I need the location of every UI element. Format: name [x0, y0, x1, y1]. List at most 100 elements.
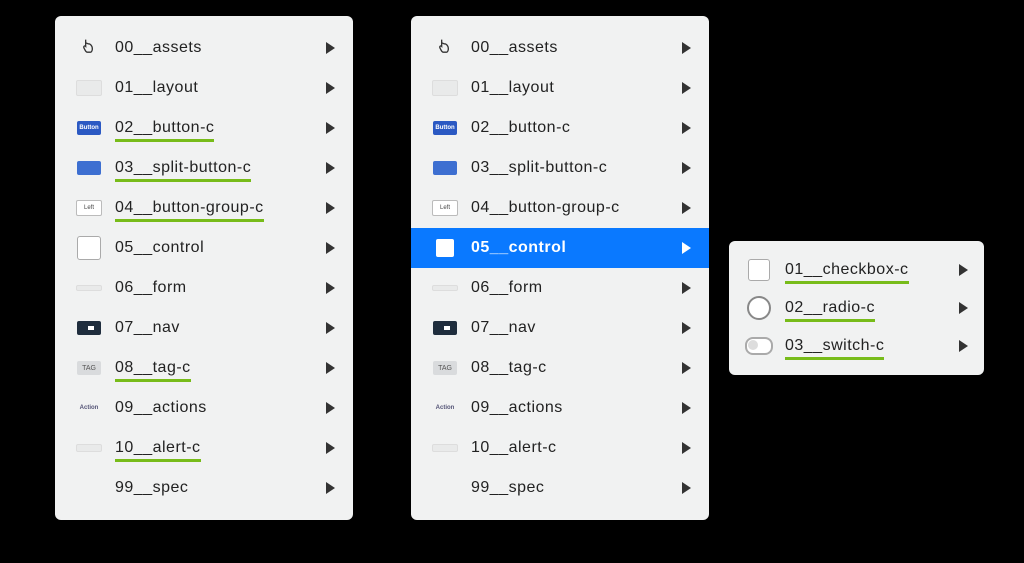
- middle-row-03-split-button-c[interactable]: 03__split-button-c: [411, 148, 709, 188]
- row-label: 03__split-button-c: [115, 159, 251, 176]
- row-label: 07__nav: [115, 319, 180, 336]
- empty-icon: [431, 477, 459, 499]
- alert-thumb-icon: [431, 437, 459, 459]
- chevron-right-icon: [682, 442, 691, 454]
- cursor-icon: [75, 37, 103, 59]
- row-label: 99__spec: [471, 479, 544, 496]
- middle-row-10-alert-c[interactable]: 10__alert-c: [411, 428, 709, 468]
- button-group-thumb-icon: Left: [431, 197, 459, 219]
- actions-thumb-icon: Action: [75, 397, 103, 419]
- row-label: 08__tag-c: [471, 359, 547, 376]
- chevron-right-icon: [682, 122, 691, 134]
- tag-thumb-icon: TAG: [75, 357, 103, 379]
- right-row-03-switch-c[interactable]: 03__switch-c: [729, 327, 984, 365]
- button-thumb-icon: Button: [431, 117, 459, 139]
- right-row-02-radio-c[interactable]: 02__radio-c: [729, 289, 984, 327]
- split-button-thumb-icon: [75, 157, 103, 179]
- middle-row-99-spec[interactable]: 99__spec: [411, 468, 709, 508]
- nav-thumb-icon: [75, 317, 103, 339]
- chevron-right-icon: [682, 402, 691, 414]
- row-label: 02__radio-c: [785, 299, 875, 316]
- left-row-99-spec[interactable]: 99__spec: [55, 468, 353, 508]
- chevron-right-icon: [326, 82, 335, 94]
- middle-row-01-layout[interactable]: 01__layout: [411, 68, 709, 108]
- middle-row-05-control[interactable]: 05__control: [411, 228, 709, 268]
- row-label: 10__alert-c: [115, 439, 201, 456]
- chevron-right-icon: [682, 482, 691, 494]
- left-row-10-alert-c[interactable]: 10__alert-c: [55, 428, 353, 468]
- panel-middle: 00__assets 01__layout Button 02__button-…: [411, 16, 709, 520]
- row-label: 06__form: [115, 279, 187, 296]
- row-label: 01__layout: [471, 79, 554, 96]
- chevron-right-icon: [959, 264, 968, 276]
- middle-row-00-assets[interactable]: 00__assets: [411, 28, 709, 68]
- control-thumb-icon: [431, 237, 459, 259]
- chevron-right-icon: [682, 162, 691, 174]
- row-label: 05__control: [471, 239, 566, 256]
- chevron-right-icon: [326, 42, 335, 54]
- chevron-right-icon: [326, 122, 335, 134]
- panel-right-submenu: 01__checkbox-c 02__radio-c 03__switch-c: [729, 241, 984, 375]
- row-label: 02__button-c: [115, 119, 214, 136]
- left-row-00-assets[interactable]: 00__assets: [55, 28, 353, 68]
- middle-row-09-actions[interactable]: Action 09__actions: [411, 388, 709, 428]
- middle-row-04-button-group-c[interactable]: Left 04__button-group-c: [411, 188, 709, 228]
- control-thumb-icon: [75, 237, 103, 259]
- form-thumb-icon: [75, 277, 103, 299]
- chevron-right-icon: [326, 282, 335, 294]
- button-thumb-icon: Button: [75, 117, 103, 139]
- row-label: 00__assets: [471, 39, 558, 56]
- middle-row-08-tag-c[interactable]: TAG 08__tag-c: [411, 348, 709, 388]
- chevron-right-icon: [682, 282, 691, 294]
- row-label: 05__control: [115, 239, 204, 256]
- form-thumb-icon: [431, 277, 459, 299]
- row-label: 99__spec: [115, 479, 188, 496]
- chevron-right-icon: [326, 242, 335, 254]
- chevron-right-icon: [682, 202, 691, 214]
- row-label: 08__tag-c: [115, 359, 191, 376]
- chevron-right-icon: [326, 482, 335, 494]
- left-row-07-nav[interactable]: 07__nav: [55, 308, 353, 348]
- row-label: 04__button-group-c: [471, 199, 620, 216]
- chevron-right-icon: [682, 42, 691, 54]
- middle-row-07-nav[interactable]: 07__nav: [411, 308, 709, 348]
- chevron-right-icon: [682, 82, 691, 94]
- row-label: 10__alert-c: [471, 439, 557, 456]
- row-label: 00__assets: [115, 39, 202, 56]
- radio-thumb-icon: [745, 297, 773, 319]
- switch-thumb-icon: [745, 335, 773, 357]
- chevron-right-icon: [959, 340, 968, 352]
- chevron-right-icon: [326, 402, 335, 414]
- chevron-right-icon: [959, 302, 968, 314]
- chevron-right-icon: [682, 322, 691, 334]
- right-row-01-checkbox-c[interactable]: 01__checkbox-c: [729, 251, 984, 289]
- row-label: 01__layout: [115, 79, 198, 96]
- left-row-09-actions[interactable]: Action 09__actions: [55, 388, 353, 428]
- left-row-03-split-button-c[interactable]: 03__split-button-c: [55, 148, 353, 188]
- left-row-02-button-c[interactable]: Button 02__button-c: [55, 108, 353, 148]
- row-label: 06__form: [471, 279, 543, 296]
- row-label: 07__nav: [471, 319, 536, 336]
- row-label: 04__button-group-c: [115, 199, 264, 216]
- left-row-04-button-group-c[interactable]: Left 04__button-group-c: [55, 188, 353, 228]
- row-label: 09__actions: [471, 399, 563, 416]
- left-row-01-layout[interactable]: 01__layout: [55, 68, 353, 108]
- chevron-right-icon: [326, 322, 335, 334]
- left-row-05-control[interactable]: 05__control: [55, 228, 353, 268]
- left-row-06-form[interactable]: 06__form: [55, 268, 353, 308]
- middle-row-06-form[interactable]: 06__form: [411, 268, 709, 308]
- chevron-right-icon: [326, 362, 335, 374]
- nav-thumb-icon: [431, 317, 459, 339]
- empty-icon: [75, 477, 103, 499]
- button-group-thumb-icon: Left: [75, 197, 103, 219]
- middle-row-02-button-c[interactable]: Button 02__button-c: [411, 108, 709, 148]
- cursor-icon: [431, 37, 459, 59]
- left-row-08-tag-c[interactable]: TAG 08__tag-c: [55, 348, 353, 388]
- row-label: 03__switch-c: [785, 337, 884, 354]
- row-label: 09__actions: [115, 399, 207, 416]
- row-label: 03__split-button-c: [471, 159, 607, 176]
- chevron-right-icon: [326, 162, 335, 174]
- row-label: 02__button-c: [471, 119, 570, 136]
- chevron-right-icon: [326, 202, 335, 214]
- blank-thumb-icon: [75, 77, 103, 99]
